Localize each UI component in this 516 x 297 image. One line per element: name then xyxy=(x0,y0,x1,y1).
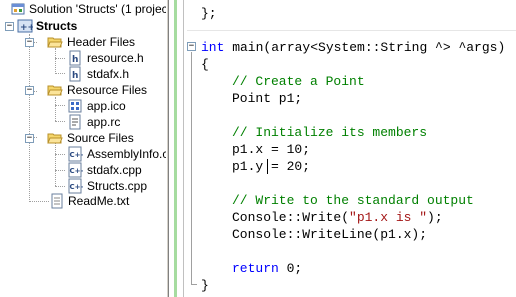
file-label: stdafx.cpp xyxy=(87,163,142,177)
code-text: }; xyxy=(201,6,217,21)
file-label: ReadMe.txt xyxy=(68,194,130,208)
code-line[interactable]: Console::Write("p1.x is "); xyxy=(232,209,443,226)
text-file-icon xyxy=(51,193,63,209)
solution-icon xyxy=(11,3,25,15)
outline-collapse-icon[interactable]: − xyxy=(187,42,196,51)
code-string: "p1.x is " xyxy=(349,210,428,225)
code-text: Console::Write( xyxy=(232,210,350,225)
text-caret xyxy=(267,159,269,175)
code-text: 0; xyxy=(278,261,303,276)
code-text: ); xyxy=(427,210,443,225)
line-separator xyxy=(187,30,516,31)
collapse-icon[interactable]: − xyxy=(25,86,34,95)
file-assemblyinfo-cpp[interactable]: C++ AssemblyInfo.cp xyxy=(0,146,166,162)
file-stdafx-cpp[interactable]: C++ stdafx.cpp xyxy=(0,162,166,178)
collapse-icon[interactable]: − xyxy=(25,38,34,47)
code-comment: // Create a Point xyxy=(232,74,365,89)
folder-header-files[interactable]: − Header Files xyxy=(0,34,166,50)
outline-line xyxy=(191,284,197,285)
resource-script-icon xyxy=(69,114,81,130)
file-label: resource.h xyxy=(87,51,144,65)
code-text: p1.y xyxy=(232,159,272,174)
code-line[interactable]: p1.y = 20; xyxy=(232,158,310,175)
header-file-icon: h xyxy=(69,66,81,82)
cpp-file-icon: C++ xyxy=(68,162,84,178)
code-line[interactable]: int main(array<System::String ^> ^args) xyxy=(201,39,505,56)
folder-label: Source Files xyxy=(67,131,134,145)
file-label: Structs.cpp xyxy=(87,179,148,193)
folder-label: Header Files xyxy=(67,35,136,49)
code-line[interactable]: Point p1; xyxy=(232,90,302,107)
svg-text:h: h xyxy=(72,71,78,81)
code-text: { xyxy=(201,57,209,72)
code-line[interactable]: // Create a Point xyxy=(232,73,365,90)
file-label: app.rc xyxy=(87,115,121,129)
project-node[interactable]: − ++ Structs xyxy=(0,18,166,34)
file-structs-cpp[interactable]: C++ Structs.cpp xyxy=(0,178,166,194)
folder-open-icon xyxy=(47,133,63,144)
folder-open-icon xyxy=(47,85,63,96)
file-label: stdafx.h xyxy=(87,67,130,81)
code-line[interactable]: Console::WriteLine(p1.x); xyxy=(232,226,427,243)
header-file-icon: h xyxy=(69,50,81,66)
svg-text:h: h xyxy=(72,55,78,65)
code-keyword: int xyxy=(201,40,225,55)
code-text: p1.x = 10; xyxy=(232,142,311,157)
cpp-file-icon: C++ xyxy=(68,178,84,194)
vc-project-icon: ++ xyxy=(17,19,33,33)
code-line[interactable]: // Initialize its members xyxy=(232,124,427,141)
cpp-file-icon: C++ xyxy=(68,146,84,162)
code-comment: // Initialize its members xyxy=(232,125,428,140)
code-editor[interactable]: − };int main(array<System::String ^> ^ar… xyxy=(169,0,516,297)
solution-explorer: Solution 'Structs' (1 project) − ++ Stru… xyxy=(0,0,166,297)
svg-text:C++: C++ xyxy=(70,151,84,159)
folder-resource-files[interactable]: − Resource Files xyxy=(0,82,166,98)
folder-source-files[interactable]: − Source Files xyxy=(0,130,166,146)
file-app-rc[interactable]: app.rc xyxy=(0,114,166,130)
svg-text:C++: C++ xyxy=(70,183,84,191)
code-line[interactable]: // Write to the standard output xyxy=(232,192,474,209)
editor-gutter xyxy=(169,0,184,297)
file-stdafx-h[interactable]: h stdafx.h xyxy=(0,66,166,82)
solution-label: Solution 'Structs' (1 project) xyxy=(29,2,166,16)
icon-file-icon xyxy=(68,99,82,113)
code-line[interactable]: { xyxy=(201,56,209,73)
file-label: app.ico xyxy=(87,99,126,113)
collapse-icon[interactable]: − xyxy=(5,22,14,31)
code-comment: // Write to the standard output xyxy=(232,193,474,208)
file-label: AssemblyInfo.cp xyxy=(87,147,166,161)
folder-label: Resource Files xyxy=(67,83,148,97)
collapse-icon[interactable]: − xyxy=(25,134,34,143)
code-text: main(array<System::String ^> ^args) xyxy=(224,40,506,55)
folder-open-icon xyxy=(47,37,63,48)
code-text: Point p1; xyxy=(232,91,303,106)
code-text: } xyxy=(201,278,209,293)
svg-text:++: ++ xyxy=(20,23,33,33)
file-resource-h[interactable]: h resource.h xyxy=(0,50,166,66)
solution-node[interactable]: Solution 'Structs' (1 project) xyxy=(0,1,166,17)
code-line[interactable]: return 0; xyxy=(232,260,302,277)
project-label: Structs xyxy=(36,19,78,33)
file-app-ico[interactable]: app.ico xyxy=(0,98,166,114)
code-keyword: return xyxy=(232,261,279,276)
code-line[interactable]: } xyxy=(201,277,209,294)
outline-line xyxy=(191,52,192,284)
svg-text:C++: C++ xyxy=(70,167,84,175)
change-tracking-bar xyxy=(174,0,177,297)
code-text: = 20; xyxy=(271,159,311,174)
code-line[interactable]: }; xyxy=(201,5,217,22)
file-readme-txt[interactable]: ReadMe.txt xyxy=(0,193,166,209)
code-line[interactable]: p1.x = 10; xyxy=(232,141,310,158)
code-text: Console::WriteLine(p1.x); xyxy=(232,227,428,242)
